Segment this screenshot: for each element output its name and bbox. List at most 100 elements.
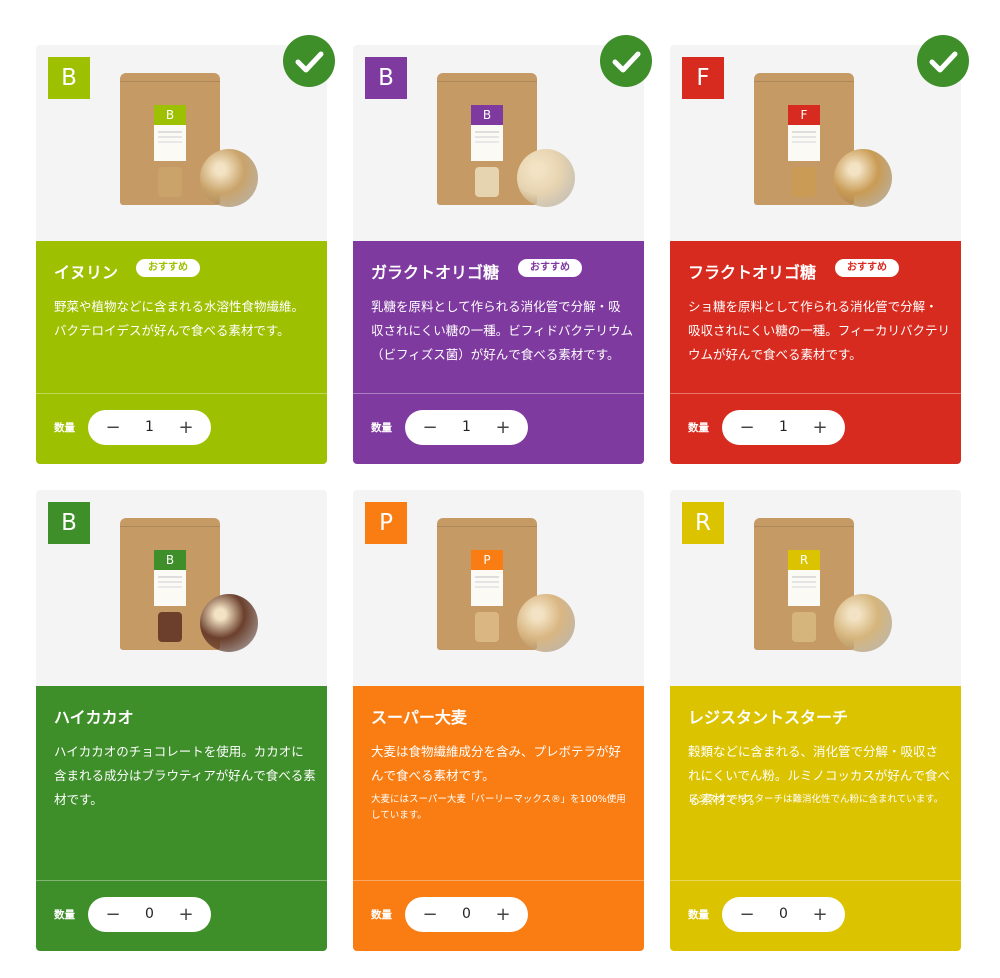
quantity-label: 数量 [688,422,709,434]
increment-button[interactable]: + [488,410,518,445]
decrement-button[interactable]: − [732,897,762,932]
pouch-label-letter: P [471,550,503,570]
quantity-label: 数量 [371,422,392,434]
ingredient-photo [834,149,892,207]
ingredient-photo [517,149,575,207]
pouch-label-text-lines [158,131,182,133]
pouch-seal [437,526,537,527]
quantity-value[interactable]: 1 [445,410,488,445]
recommended-badge: おすすめ [518,259,582,277]
decrement-button[interactable]: − [732,410,762,445]
product-info: レジスタントスターチ 穀類などに含まれる、消化管で分解・吸収されにくいでん粉。ルミ… [670,686,961,951]
section-divider [353,880,644,881]
pouch-window [475,167,499,197]
check-circle-icon [283,35,335,87]
quantity-value[interactable]: 0 [128,897,171,932]
product-info: ハイカカオハイカカオのチョコレートを使用。カカオに含まれる成分はブラウティアが好… [36,686,327,951]
product-image-area: PP [353,490,644,686]
decrement-button[interactable]: − [98,410,128,445]
product-info: イヌリン おすすめ野菜や植物などに含まれる水溶性食物繊維。バクテロイデスが好んで食… [36,241,327,464]
product-card[interactable]: B B ガラクトオリゴ糖 おすすめ 乳糖を原料として作られる消化管で分解・吸収されにくい… [353,45,644,464]
product-image-area: RR [670,490,961,686]
pouch-seal [754,526,854,527]
pouch-seal [754,81,854,82]
product-name: ハイカカオ [54,708,134,727]
pouch-seal [120,81,220,82]
pouch-label: F [788,105,820,161]
quantity-stepper[interactable]: −1 + [405,410,528,445]
pouch-label: P [471,550,503,606]
product-description: 乳糖を原料として作られる消化管で分解・吸収されにくい糖の一種。ビフィドバクテリウ… [371,299,634,362]
decrement-button[interactable]: − [98,897,128,932]
quantity-value[interactable]: 1 [128,410,171,445]
quantity-value[interactable]: 0 [445,897,488,932]
category-badge: B [48,57,90,99]
decrement-button[interactable]: − [415,897,445,932]
section-divider [36,880,327,881]
pouch-window [158,612,182,642]
product-card[interactable]: P P スーパー大麦 大麦は食物繊維成分を含み、プレボテラが好んで食べる素材です。 大麦… [353,490,644,951]
product-name: ガラクトオリゴ糖 [371,263,500,282]
quantity-value[interactable]: 0 [762,897,805,932]
category-badge: R [682,502,724,544]
pouch-label: B [154,105,186,161]
product-card[interactable]: F F フラクトオリゴ糖 おすすめ ショ糖を原料として作られる消化管で分解・吸収されにく… [670,45,961,464]
product-description: 野菜や植物などに含まれる水溶性食物繊維。バクテロイデスが好んで食べる素材です。 [54,299,305,338]
product-info: ガラクトオリゴ糖 おすすめ乳糖を原料として作られる消化管で分解・吸収されにくい糖の… [353,241,644,464]
pouch-label-letter: B [471,105,503,125]
recommended-badge: おすすめ [835,259,899,277]
product-card[interactable]: R R レジスタントスターチ 穀類などに含まれる、消化管で分解・吸収されにくいでん粉。… [670,490,961,951]
pouch-seal [120,526,220,527]
pouch-label: B [154,550,186,606]
increment-button[interactable]: + [805,410,835,445]
quantity-value[interactable]: 1 [762,410,805,445]
section-divider [670,880,961,881]
pouch-window [475,612,499,642]
product-note: 大麦にはスーパー大麦「バーリーマックス®」を100%使用しています。 [371,794,626,821]
pouch-label-text-lines [792,131,816,133]
category-badge: P [365,502,407,544]
quantity-label: 数量 [371,909,392,921]
pouch-label-text-lines [792,576,816,578]
pouch-label: B [471,105,503,161]
section-divider [353,393,644,394]
ingredient-photo [200,149,258,207]
quantity-stepper[interactable]: −1 + [722,410,845,445]
check-circle-icon [917,35,969,87]
recommended-badge: おすすめ [136,259,200,277]
product-info: スーパー大麦 大麦は食物繊維成分を含み、プレボテラが好んで食べる素材です。 大麦には… [353,686,644,951]
pouch-label-letter: F [788,105,820,125]
pouch-seal [437,81,537,82]
increment-button[interactable]: + [171,897,201,932]
pouch-label-letter: B [154,550,186,570]
product-note: レジスタントスターチは難消化性でん粉に含まれています。 [688,794,944,805]
product-name: イヌリン [54,263,119,282]
pouch-label-text-lines [158,576,182,578]
quantity-stepper[interactable]: −1 + [88,410,211,445]
product-card[interactable]: B B イヌリン おすすめ野菜や植物などに含まれる水溶性食物繊維。バクテロイデスが好ん… [36,45,327,464]
check-circle-icon [600,35,652,87]
increment-button[interactable]: + [488,897,518,932]
product-name: フラクトオリゴ糖 [688,263,817,282]
quantity-stepper[interactable]: −0 + [405,897,528,932]
pouch-label-letter: B [154,105,186,125]
pouch-label: R [788,550,820,606]
category-badge: B [48,502,90,544]
increment-button[interactable]: + [805,897,835,932]
category-badge: F [682,57,724,99]
pouch-window [158,167,182,197]
ingredient-photo [200,594,258,652]
pouch-window [792,167,816,197]
increment-button[interactable]: + [171,410,201,445]
pouch-label-letter: R [788,550,820,570]
product-image-area: BB [36,490,327,686]
product-description: ハイカカオのチョコレートを使用。カカオに含まれる成分はブラウティアが好んで食べる… [54,744,316,807]
product-name: スーパー大麦 [371,708,467,727]
ingredient-photo [834,594,892,652]
pouch-label-text-lines [475,576,499,578]
decrement-button[interactable]: − [415,410,445,445]
quantity-stepper[interactable]: −0 + [88,897,211,932]
product-card[interactable]: B B ハイカカオ ハイカカオのチョコレートを使用。カカオに含まれる成分はブラウティア… [36,490,327,951]
quantity-label: 数量 [688,909,709,921]
quantity-stepper[interactable]: −0 + [722,897,845,932]
